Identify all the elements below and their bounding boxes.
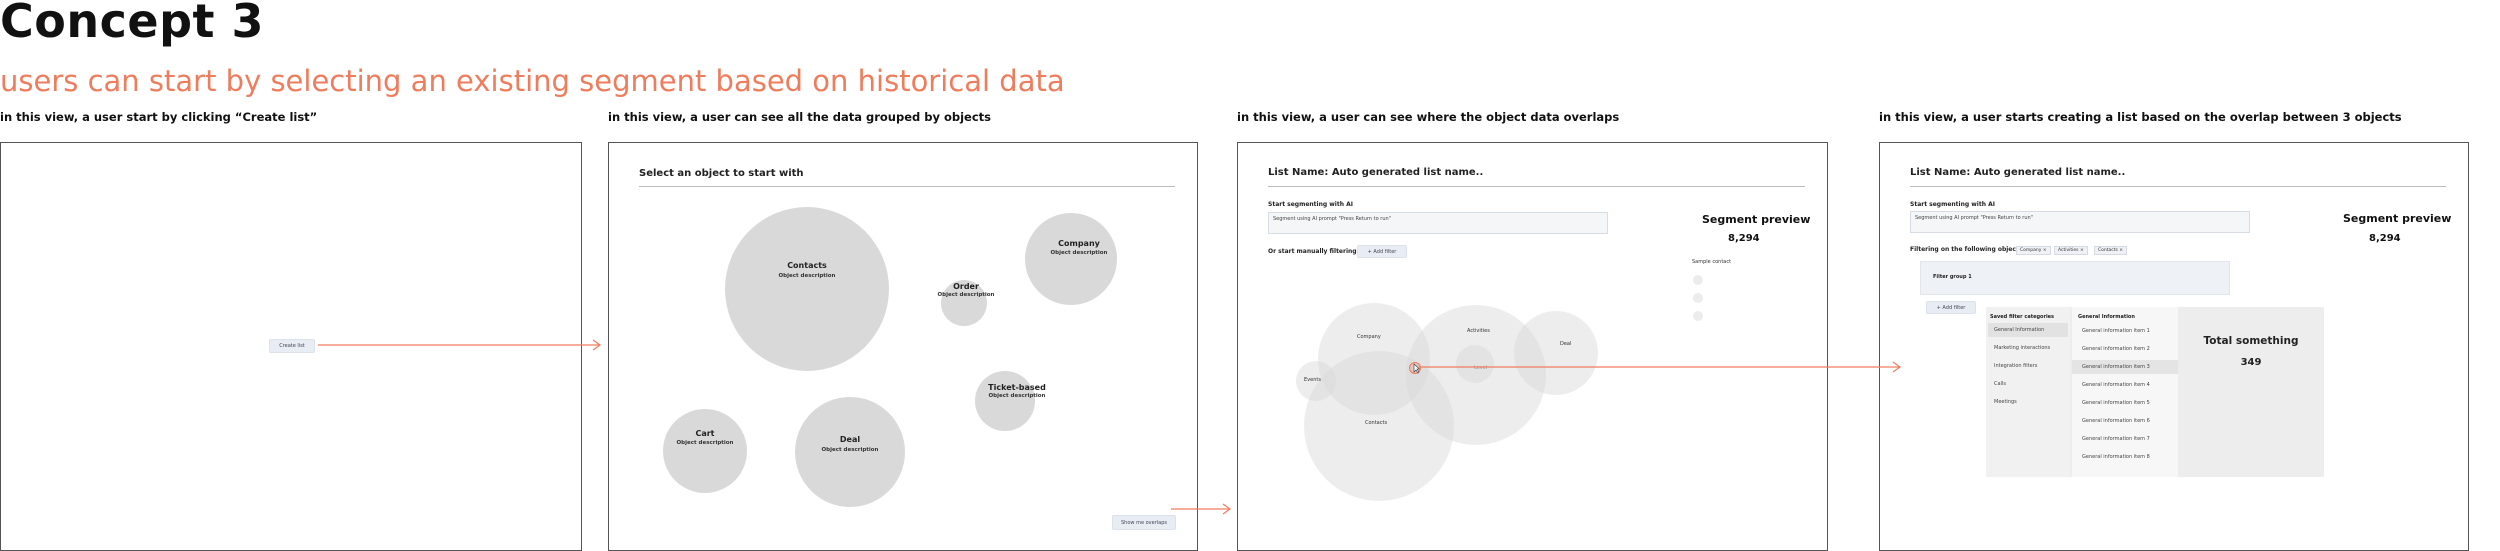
arrow-1	[318, 339, 602, 351]
arrow-3	[1419, 361, 1902, 373]
arrow-2	[1171, 503, 1232, 515]
flow-arrows	[318, 339, 1902, 515]
